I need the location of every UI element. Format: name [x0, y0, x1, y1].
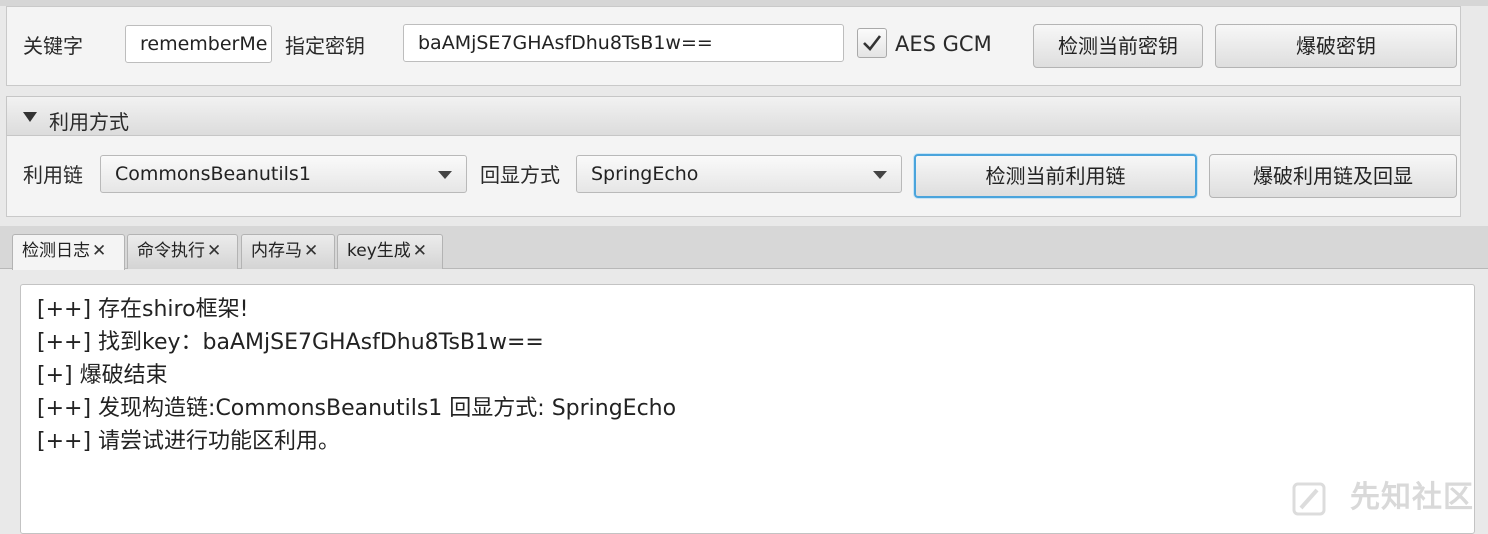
echo-select-value: SpringEcho: [591, 163, 699, 185]
log-line: [+] 爆破结束: [37, 363, 168, 388]
aes-gcm-label: AES GCM: [895, 32, 992, 56]
echo-select[interactable]: SpringEcho: [576, 155, 902, 193]
exploit-pane-header[interactable]: 利用方式: [6, 96, 1461, 136]
tab-memshell[interactable]: 内存马 ✕: [241, 234, 335, 269]
chain-select-value: CommonsBeanutils1: [115, 163, 311, 185]
close-icon[interactable]: ✕: [207, 235, 221, 268]
tab-label: 内存马: [251, 241, 302, 261]
tab-label: key生成: [347, 241, 411, 261]
exploit-panel: 利用链 CommonsBeanutils1 回显方式 SpringEcho 检测…: [6, 136, 1461, 217]
keyword-label: 关键字: [23, 34, 83, 58]
key-label: 指定密钥: [285, 34, 365, 58]
chain-select[interactable]: CommonsBeanutils1: [100, 155, 467, 193]
close-icon[interactable]: ✕: [92, 235, 106, 268]
tab-detect-log[interactable]: 检测日志 ✕: [12, 234, 125, 270]
exploit-pane-title: 利用方式: [49, 110, 129, 134]
collapse-triangle-icon: [23, 112, 37, 122]
chevron-down-icon: [873, 171, 887, 179]
tab-label: 检测日志: [22, 241, 90, 261]
key-input[interactable]: baAMjSE7GHAsfDhu8TsB1w==: [403, 24, 844, 62]
chevron-down-icon: [438, 171, 452, 179]
checkmark-icon: [863, 35, 882, 51]
keyword-input[interactable]: rememberMe: [125, 25, 272, 63]
watermark: 先知社区: [1350, 480, 1474, 515]
echo-label: 回显方式: [480, 163, 560, 187]
brute-key-button[interactable]: 爆破密钥: [1215, 24, 1457, 68]
log-line: [++] 找到key：baAMjSE7GHAsfDhu8TsB1w==: [37, 330, 544, 355]
log-line: [++] 存在shiro框架!: [37, 297, 249, 322]
close-icon[interactable]: ✕: [413, 235, 427, 268]
tab-command-exec[interactable]: 命令执行 ✕: [127, 234, 238, 269]
log-line: [++] 请尝试进行功能区利用。: [37, 429, 341, 454]
key-panel: 关键字 rememberMe 指定密钥 baAMjSE7GHAsfDhu8TsB…: [6, 6, 1461, 86]
detect-key-button[interactable]: 检测当前密钥: [1033, 24, 1203, 68]
aes-gcm-checkbox[interactable]: [857, 28, 887, 58]
log-line: [++] 发现构造链:CommonsBeanutils1 回显方式: Sprin…: [37, 396, 677, 421]
close-icon[interactable]: ✕: [304, 235, 318, 268]
tab-label: 命令执行: [137, 241, 205, 261]
brute-chain-button[interactable]: 爆破利用链及回显: [1209, 154, 1457, 198]
detect-chain-button[interactable]: 检测当前利用链: [914, 154, 1197, 198]
tab-bar: 检测日志 ✕ 命令执行 ✕ 内存马 ✕ key生成 ✕: [0, 226, 1488, 270]
tab-key-gen[interactable]: key生成 ✕: [337, 234, 443, 269]
log-textarea[interactable]: [++] 存在shiro框架! [++] 找到key：baAMjSE7GHAsf…: [20, 284, 1475, 534]
watermark-logo-icon: [1292, 482, 1326, 516]
chain-label: 利用链: [23, 163, 83, 187]
